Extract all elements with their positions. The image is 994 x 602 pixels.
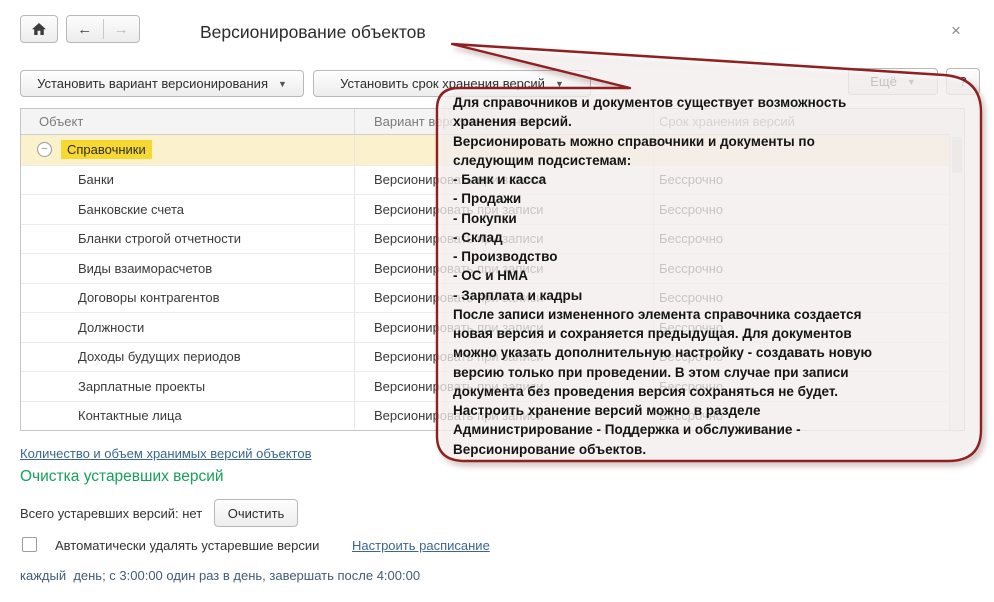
table-cell: Должности — [21, 313, 354, 342]
table-row[interactable]: Зарплатные проектыВерсионировать при зап… — [21, 371, 964, 401]
table-row[interactable]: ДолжностиВерсионировать при записиБессро… — [21, 312, 964, 342]
table-cell: Версионировать при записи — [354, 225, 653, 254]
schedule-text: каждый день; с 3:00:00 один раз в день, … — [20, 568, 420, 583]
table-row[interactable]: БанкиВерсионировать при записиБессрочно — [21, 165, 964, 195]
table-row[interactable]: Контактные лицаВерсионировать при записи… — [21, 401, 964, 431]
chevron-down-icon: ▼ — [555, 79, 564, 89]
stored-versions-link[interactable]: Количество и объем хранимых версий объек… — [20, 446, 311, 461]
chevron-down-icon: ▼ — [907, 77, 916, 87]
table-header: Объект Вариант версионирования Срок хран… — [21, 109, 964, 135]
table-cell: Бессрочно — [653, 402, 950, 431]
table-cell: Контактные лица — [21, 402, 354, 431]
table-cell: Версионировать при записи — [354, 166, 653, 195]
cleanup-section-title: Очистка устаревших версий — [20, 468, 224, 486]
set-period-button[interactable]: Установить срок хранения версий ▼ — [313, 70, 591, 97]
help-label: ? — [959, 74, 966, 89]
table-cell: Бессрочно — [653, 313, 950, 342]
table-cell: Бланки строгой отчетности — [21, 225, 354, 254]
forward-button[interactable]: → — [104, 16, 140, 42]
table-cell: Бессрочно — [653, 195, 950, 224]
table-cell: Договоры контрагентов — [21, 284, 354, 313]
table-cell: Версионировать при записи — [354, 195, 653, 224]
vertical-scrollbar[interactable] — [949, 134, 964, 430]
close-icon[interactable]: × — [951, 22, 961, 39]
table-cell: Бессрочно — [653, 343, 950, 372]
table-cell: Версионировать при записи — [354, 254, 653, 283]
home-button[interactable] — [20, 15, 58, 43]
table-row[interactable]: Банковские счетаВерсионировать при запис… — [21, 194, 964, 224]
table-row[interactable]: Виды взаиморасчетовВерсионировать при за… — [21, 253, 964, 283]
table-cell: Версионировать при записи — [354, 402, 653, 431]
clear-button[interactable]: Очистить — [214, 499, 298, 527]
versioning-window: ← → Версионирование объектов × Установит… — [0, 0, 994, 602]
table-row[interactable]: Договоры контрагентовВерсионировать при … — [21, 283, 964, 313]
table-cell: Зарплатные проекты — [21, 372, 354, 401]
table-row[interactable]: Бланки строгой отчетностиВерсионировать … — [21, 224, 964, 254]
table-cell: Версионировать при записи — [354, 284, 653, 313]
group-row-label: Справочники — [61, 140, 152, 159]
table-body: − Справочники БанкиВерсионировать при за… — [21, 135, 964, 430]
back-arrow-icon: ← — [77, 21, 92, 38]
collapse-icon[interactable]: − — [37, 142, 52, 157]
set-variant-label: Установить вариант версионирования — [37, 76, 268, 91]
table-cell: Доходы будущих периодов — [21, 343, 354, 372]
table-row[interactable]: Доходы будущих периодовВерсионировать пр… — [21, 342, 964, 372]
auto-delete-label: Автоматически удалять устаревшие версии — [55, 538, 319, 553]
home-icon — [31, 22, 47, 36]
scrollbar-thumb[interactable] — [952, 137, 962, 173]
set-variant-button[interactable]: Установить вариант версионирования ▼ — [20, 70, 304, 97]
table-cell: Банковские счета — [21, 195, 354, 224]
more-label: Ещё — [870, 74, 897, 89]
column-header-object[interactable]: Объект — [21, 109, 354, 134]
table-cell: Бессрочно — [653, 254, 950, 283]
table-cell: Бессрочно — [653, 284, 950, 313]
back-button[interactable]: ← — [67, 16, 103, 42]
total-obsolete-label: Всего устаревших версий: нет — [20, 506, 202, 521]
chevron-down-icon: ▼ — [278, 79, 287, 89]
help-button[interactable]: ? — [946, 68, 980, 95]
set-period-label: Установить срок хранения версий — [340, 76, 545, 91]
clear-button-label: Очистить — [228, 506, 285, 521]
table-cell: Бессрочно — [653, 225, 950, 254]
column-header-variant[interactable]: Вариант версионирования — [354, 109, 653, 134]
table-cell: Виды взаиморасчетов — [21, 254, 354, 283]
table-group-row[interactable]: − Справочники — [21, 135, 964, 165]
schedule-link[interactable]: Настроить расписание — [352, 538, 490, 553]
more-button[interactable]: Ещё ▼ — [848, 68, 938, 95]
page-title: Версионирование объектов — [200, 22, 426, 43]
table-cell: Бессрочно — [653, 166, 950, 195]
column-header-period[interactable]: Срок хранения версий — [653, 109, 950, 134]
nav-buttons: ← → — [66, 15, 140, 43]
objects-table: Объект Вариант версионирования Срок хран… — [20, 108, 965, 431]
table-cell: Версионировать при записи — [354, 372, 653, 401]
table-cell: Банки — [21, 166, 354, 195]
table-cell: Версионировать при записи — [354, 343, 653, 372]
auto-delete-checkbox[interactable] — [22, 537, 37, 552]
table-cell: Версионировать при записи — [354, 313, 653, 342]
forward-arrow-icon: → — [114, 21, 129, 38]
table-cell: Бессрочно — [653, 372, 950, 401]
